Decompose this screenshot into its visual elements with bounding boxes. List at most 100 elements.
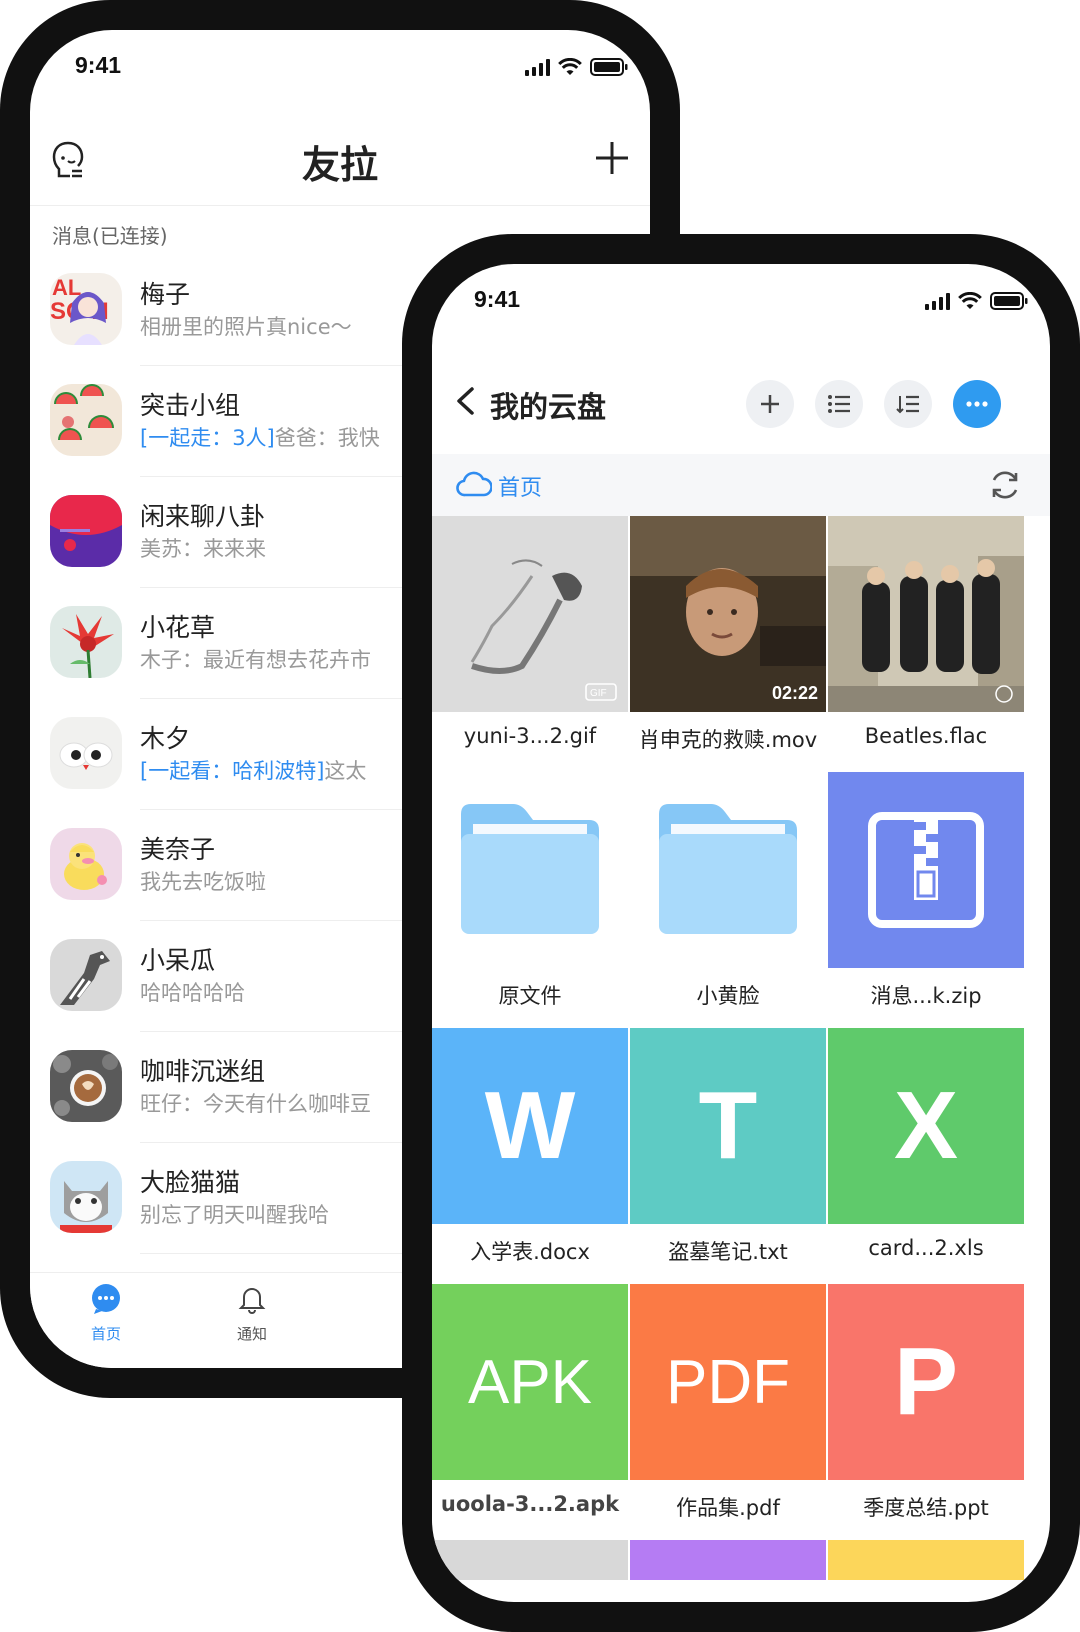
folder-icon — [630, 772, 826, 968]
drive-screen: 9:41 我的云盘 首页 GIF yuni-3...2.gif 02:22 肖申… — [432, 264, 1050, 1602]
chat-bubble-icon — [92, 1284, 120, 1314]
chat-name: 小花草 — [140, 613, 216, 642]
file-name: 肖申克的救赎.mov — [638, 728, 818, 752]
chat-preview: 我先去吃饭啦 — [140, 870, 266, 894]
apk-file-icon: APK — [432, 1284, 628, 1480]
chat-name: 木夕 — [140, 724, 191, 753]
breadcrumb-home[interactable]: 首页 — [498, 470, 542, 502]
avatar — [50, 606, 122, 678]
avatar — [50, 828, 122, 900]
chat-name: 咖啡沉迷组 — [140, 1057, 266, 1086]
folder-icon — [432, 772, 628, 968]
status-bar: 9:41 — [432, 264, 1050, 344]
chat-name: 美奈子 — [140, 835, 216, 864]
word-file-icon: W — [432, 1028, 628, 1224]
file-type-letter: X — [893, 1072, 959, 1179]
avatar — [50, 1161, 122, 1233]
file-name: 小黄脸 — [696, 984, 760, 1008]
avatar — [50, 495, 122, 567]
preview-text: 爸爸：我快 — [274, 426, 380, 450]
tab-home[interactable]: 首页 — [66, 1283, 146, 1344]
status-time: 9:41 — [474, 286, 521, 312]
file-thumbnail — [630, 1540, 826, 1580]
file-thumbnail — [432, 1540, 628, 1580]
file-thumbnail — [828, 1540, 1024, 1580]
file-item-partial[interactable] — [828, 1540, 1024, 1580]
file-type-letter: W — [484, 1072, 576, 1179]
file-name: Beatles.flac — [864, 724, 988, 748]
status-time: 9:41 — [75, 52, 122, 78]
back-icon[interactable] — [454, 386, 476, 420]
file-name: 盗墓笔记.txt — [668, 1240, 788, 1264]
chat-preview: 相册里的照片真nice～ — [140, 315, 352, 339]
file-type-letter: APK — [467, 1347, 593, 1417]
file-name: 作品集.pdf — [676, 1496, 780, 1520]
avatar — [50, 939, 122, 1011]
chat-preview: 哈哈哈哈哈 — [140, 981, 245, 1005]
wifi-icon — [958, 292, 982, 310]
add-icon[interactable] — [594, 140, 630, 180]
chat-name: 闲来聊八卦 — [140, 502, 266, 531]
album-cover-thumbnail — [828, 516, 1024, 712]
file-type-letter: PDF — [666, 1347, 790, 1417]
file-item-partial[interactable] — [630, 1540, 826, 1580]
zip-icon — [828, 772, 1024, 968]
file-name: uoola-3...2.apk — [440, 1492, 620, 1516]
file-name: 原文件 — [498, 984, 562, 1008]
page-title: 我的云盘 — [490, 390, 607, 424]
gif-thumbnail: GIF — [432, 516, 628, 712]
excel-file-icon: X — [828, 1028, 1024, 1224]
page-title: 友拉 — [301, 143, 378, 187]
more-button[interactable] — [953, 380, 1001, 428]
add-button[interactable] — [746, 380, 794, 428]
tab-label: 首页 — [90, 1325, 121, 1343]
file-type-letter: P — [893, 1328, 959, 1435]
list-view-button[interactable] — [815, 380, 863, 428]
drive-phone-frame: 9:41 我的云盘 首页 GIF yuni-3...2.gif 02:22 肖申… — [402, 234, 1080, 1632]
video-thumbnail: 02:22 — [630, 516, 826, 712]
preview-highlight: [一起看：哈利波特] — [140, 759, 325, 783]
svg-text:GIF: GIF — [590, 688, 607, 699]
chat-preview: 美苏：来来来 — [140, 537, 266, 561]
list-icon — [828, 395, 850, 413]
bell-icon — [238, 1288, 266, 1314]
chat-preview: 别忘了明天叫醒我哈 — [140, 1203, 329, 1227]
refresh-icon[interactable] — [988, 468, 1022, 506]
tab-notifications[interactable]: 通知 — [212, 1283, 292, 1344]
sort-button[interactable] — [884, 380, 932, 428]
chat-preview: [一起看：哈利波特]这太 — [140, 755, 366, 785]
file-type-letter: T — [698, 1072, 758, 1179]
avatar — [50, 384, 122, 456]
status-icons — [925, 292, 1028, 310]
file-name: yuni-3...2.gif — [463, 724, 597, 748]
preview-text: 这太 — [324, 759, 367, 783]
more-icon — [966, 401, 988, 407]
chat-name: 大脸猫猫 — [140, 1168, 241, 1197]
file-name: 入学表.docx — [470, 1240, 590, 1264]
file-name: 季度总结.ppt — [863, 1496, 989, 1520]
drive-nav-bar: 我的云盘 — [432, 344, 1050, 454]
pdf-file-icon: PDF — [630, 1284, 826, 1480]
file-name: 消息...k.zip — [870, 984, 982, 1008]
chat-name: 突击小组 — [140, 391, 241, 420]
chat-preview: [一起走：3人]爸爸：我快 — [140, 422, 380, 452]
battery-icon — [590, 58, 628, 76]
breadcrumb: 首页 — [432, 454, 1050, 516]
chat-header: 友拉 — [30, 110, 650, 206]
tab-label: 通知 — [236, 1325, 267, 1343]
avatar: ALSO N — [50, 273, 122, 345]
chat-name: 梅子 — [140, 280, 191, 309]
chat-name: 小呆瓜 — [140, 946, 216, 975]
svg-text:AL: AL — [52, 275, 81, 300]
avatar — [50, 717, 122, 789]
signal-icon — [925, 292, 950, 310]
status-icons — [525, 58, 628, 76]
text-file-icon: T — [630, 1028, 826, 1224]
video-duration: 02:22 — [771, 683, 818, 703]
status-bar: 9:41 — [30, 30, 650, 110]
chat-preview: 木子：最近有想去花卉市 — [140, 648, 371, 672]
plus-icon — [761, 395, 779, 413]
wifi-icon — [558, 58, 582, 76]
file-item-partial[interactable] — [432, 1540, 628, 1580]
section-label: 消息(已连接) — [52, 224, 168, 248]
